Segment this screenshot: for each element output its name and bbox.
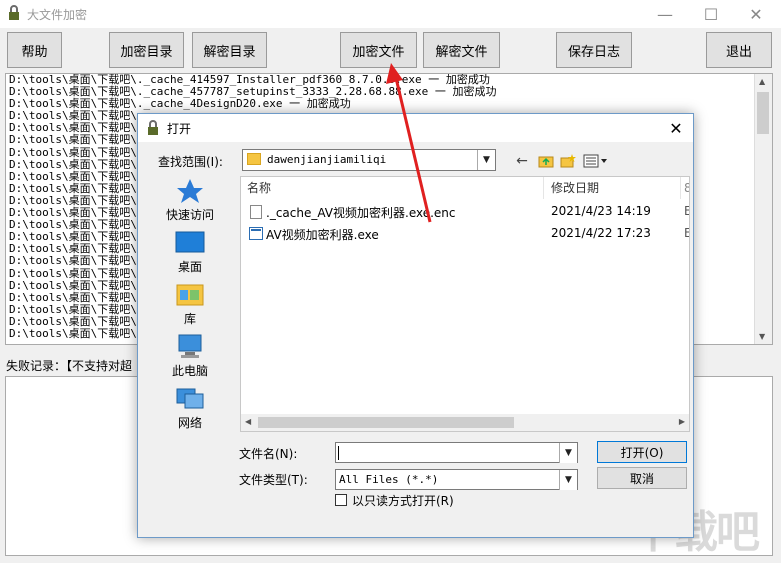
back-arrow-icon[interactable]: ← [514,153,530,169]
place-label: 网络 [177,416,202,430]
file-list[interactable]: ^ 名称 修改日期 8 ._cache_AV视频加密利器.exe.enc 202… [240,176,690,432]
place-library[interactable]: 库 [147,282,233,330]
filetype-value: All Files (*.*) [339,473,439,486]
places-bar: 快速访问 桌面 库 此电脑 网络 [147,178,233,434]
column-header-modified[interactable]: 修改日期 [551,177,599,199]
file-date: 2021/4/23 14:19 [551,204,651,218]
lookin-combobox[interactable]: dawenjianjiamiliqi ▼ [242,149,496,171]
cancel-button[interactable]: 取消 [597,467,687,489]
log-scrollbar[interactable]: ▲ ▼ [754,74,772,344]
help-button[interactable]: 帮助 [7,32,62,68]
minimize-button[interactable]: — [642,0,688,28]
fail-record-label: 失败记录：【不支持对超 [6,359,133,373]
dialog-title: 打开 [167,122,192,136]
filetype-label: 文件类型(T): [239,473,308,487]
lookin-value: dawenjianjiamiliqi [267,153,387,166]
decrypt-file-button[interactable]: 解密文件 [423,32,500,68]
file-row[interactable]: AV视频加密利器.exe 2021/4/22 17:23 E [241,223,689,245]
chevron-down-icon[interactable]: ▼ [559,443,577,463]
file-extra: E [684,204,689,218]
save-log-button[interactable]: 保存日志 [556,32,632,68]
star-icon [175,178,205,204]
column-header-name[interactable]: 名称 [247,177,271,199]
filename-label: 文件名(N): [239,447,298,461]
filename-input[interactable]: ▼ [335,442,578,463]
hscroll-thumb[interactable] [258,417,514,428]
chevron-down-icon[interactable]: ▼ [559,470,577,490]
decrypt-dir-button[interactable]: 解密目录 [192,32,267,68]
file-row[interactable]: ._cache_AV视频加密利器.exe.enc 2021/4/23 14:19… [241,201,689,223]
place-desktop[interactable]: 桌面 [147,230,233,278]
column-divider[interactable] [680,177,681,199]
file-name: ._cache_AV视频加密利器.exe.enc [266,206,456,220]
column-divider[interactable] [543,177,544,199]
maximize-button[interactable]: ☐ [688,0,734,28]
view-menu-icon[interactable] [582,153,610,169]
close-button[interactable]: ✕ [733,0,779,28]
exit-button[interactable]: 退出 [706,32,772,68]
open-file-dialog: 打开 ✕ 查找范围(I): dawenjianjiamiliqi ▼ ← 快速访… [137,113,694,538]
file-name: AV视频加密利器.exe [266,228,379,242]
place-label: 快速访问 [165,208,214,222]
library-icon [175,282,205,308]
exe-icon [249,227,263,240]
scroll-thumb[interactable] [757,92,769,134]
chevron-down-icon[interactable]: ▼ [477,150,495,170]
dialog-title-bar: 打开 ✕ [138,114,693,142]
open-button[interactable]: 打开(O) [597,441,687,463]
file-icon [250,205,262,219]
place-quick-access[interactable]: 快速访问 [147,178,233,226]
dialog-close-button[interactable]: ✕ [661,114,691,142]
file-date: 2021/4/22 17:23 [551,226,651,240]
sort-indicator-icon: ^ [389,176,398,184]
file-list-hscrollbar[interactable]: ◀ ▶ [241,414,689,431]
place-label: 桌面 [177,260,202,274]
dialog-app-icon [145,120,161,136]
folder-icon [247,153,261,165]
place-network[interactable]: 网络 [147,386,233,434]
encrypt-dir-button[interactable]: 加密目录 [109,32,184,68]
up-folder-icon[interactable] [537,153,555,169]
encrypt-file-button[interactable]: 加密文件 [340,32,417,68]
app-icon [6,5,22,21]
place-label: 库 [183,312,196,326]
text-caret [338,446,339,460]
window-title: 大文件加密 [27,8,88,22]
readonly-label[interactable]: 以只读方式打开(R) [352,492,454,509]
column-header-extra[interactable]: 8 [684,177,689,199]
scroll-left-icon[interactable]: ◀ [245,417,251,426]
scroll-down-icon[interactable]: ▼ [759,332,765,341]
scroll-up-icon[interactable]: ▲ [759,77,765,86]
scroll-right-icon[interactable]: ▶ [679,417,685,426]
readonly-checkbox[interactable] [335,494,347,506]
place-this-pc[interactable]: 此电脑 [147,334,233,382]
place-label: 此电脑 [171,364,208,378]
new-folder-icon[interactable] [559,153,577,169]
network-icon [175,386,205,412]
filetype-select[interactable]: All Files (*.*) ▼ [335,469,578,490]
desktop-icon [175,230,205,256]
title-bar: 大文件加密 — ☐ ✕ [0,0,781,28]
computer-icon [175,334,205,360]
lookin-label: 查找范围(I): [158,155,223,169]
file-extra: E [684,226,689,240]
